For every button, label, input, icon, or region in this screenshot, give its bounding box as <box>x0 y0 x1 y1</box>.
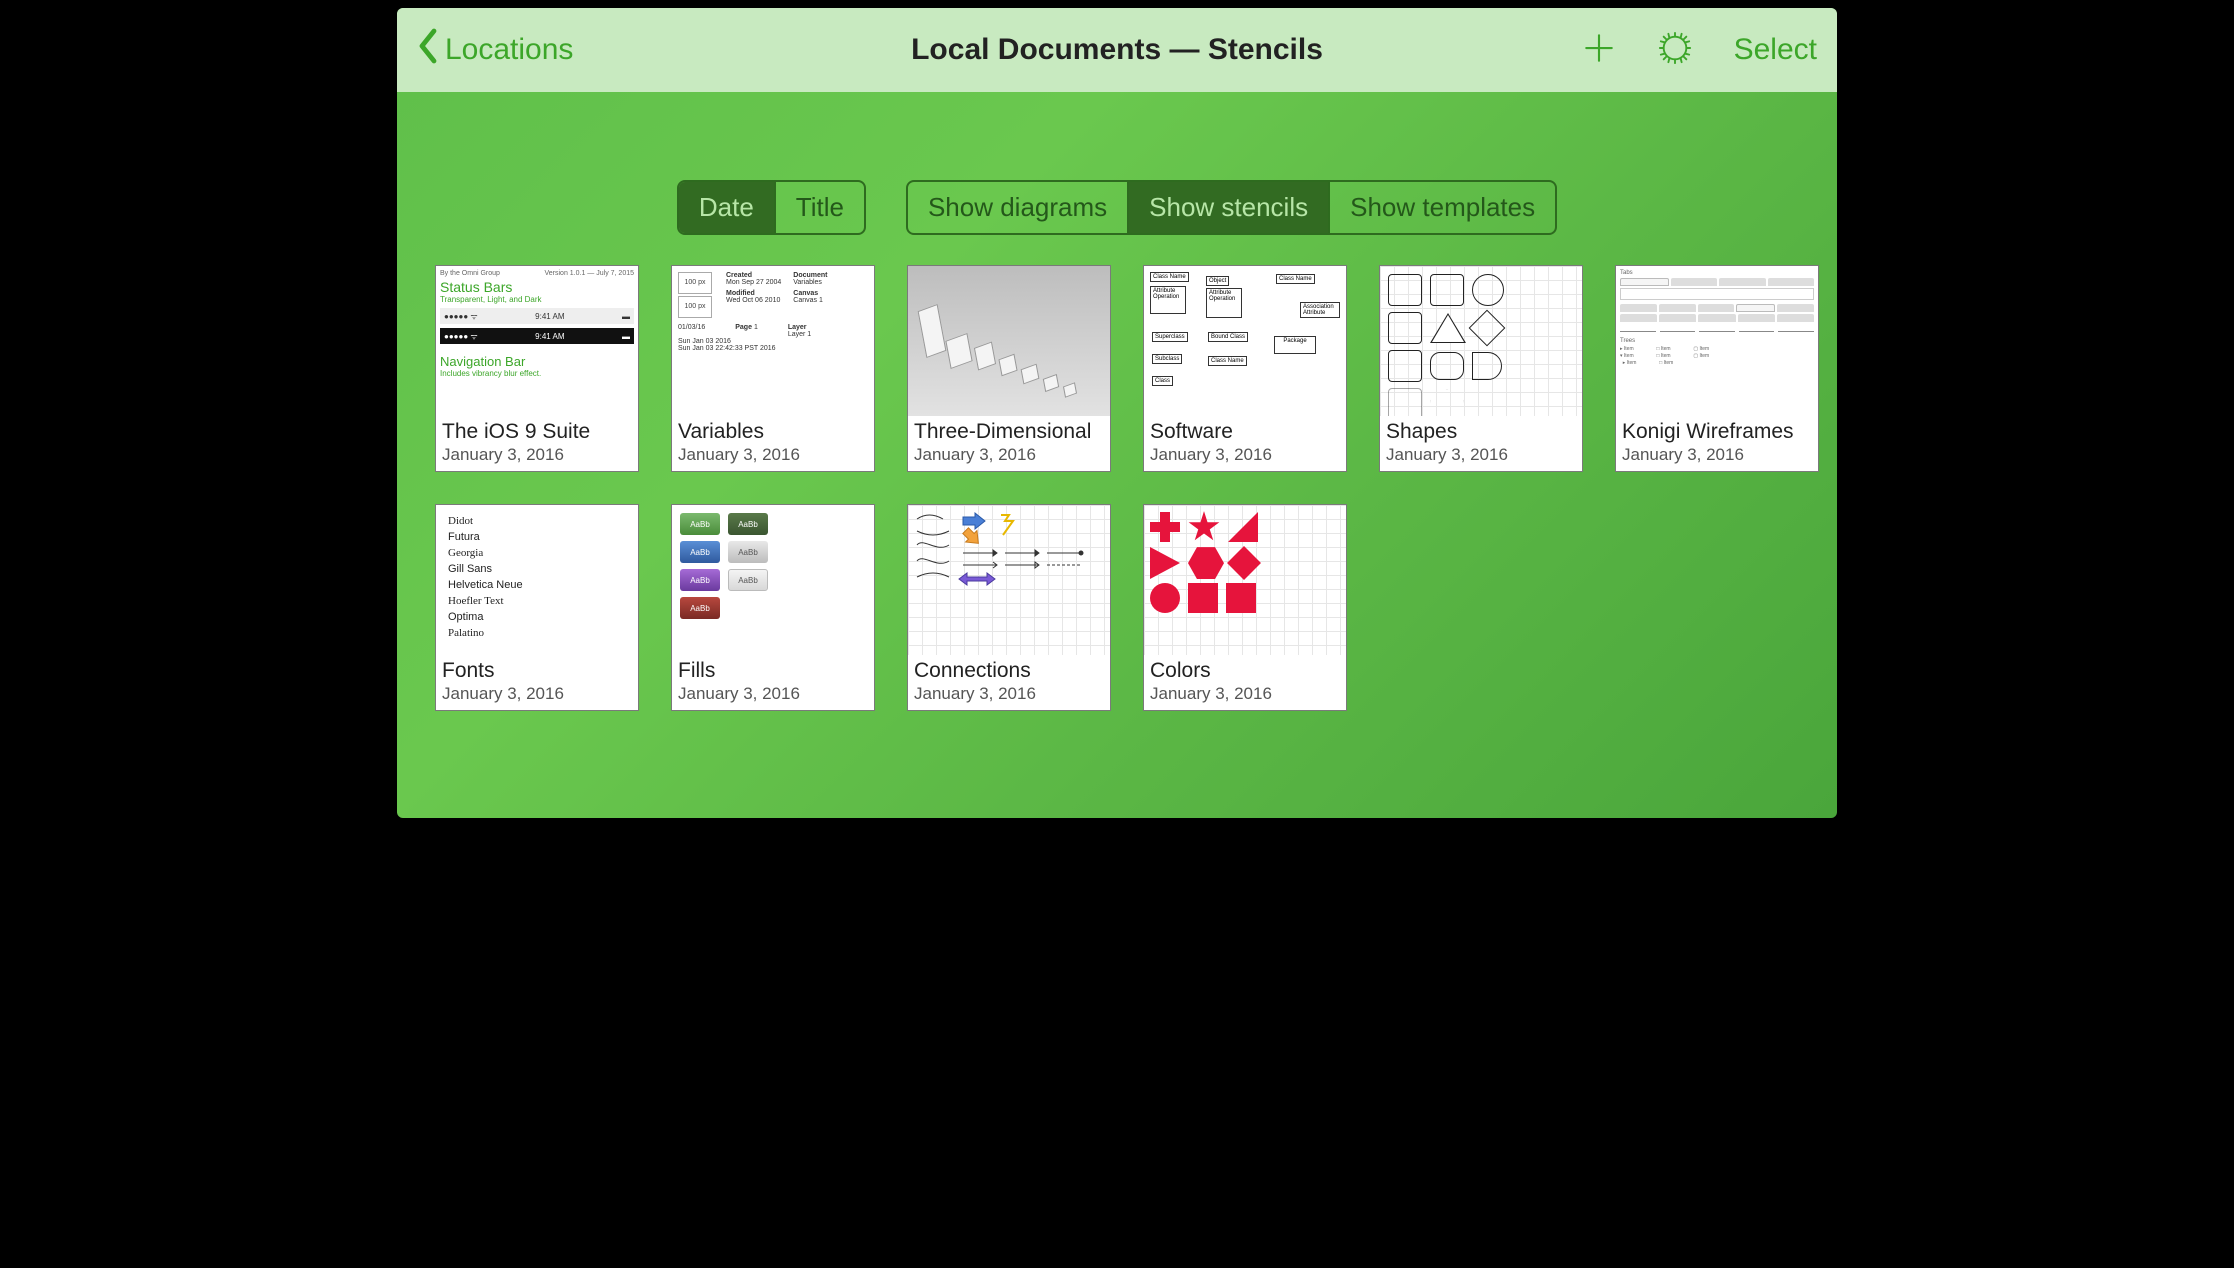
document-date: January 3, 2016 <box>678 445 868 465</box>
document-date: January 3, 2016 <box>678 684 868 704</box>
select-button[interactable]: Select <box>1734 33 1817 67</box>
document-grid: By the Omni GroupVersion 1.0.1 — July 7,… <box>397 265 1837 741</box>
document-title: Fonts <box>442 659 632 682</box>
document-title: Connections <box>914 659 1104 682</box>
document-item[interactable]: 100 px 100 px CreatedMon Sep 27 2004 Mod… <box>671 265 875 472</box>
sort-segmented-control: Date Title <box>677 180 866 235</box>
document-title: Three-Dimensional <box>914 420 1104 443</box>
document-item[interactable]: Tabs Trees ▸ Item▾ Item ▸ Item □ Item□ I… <box>1615 265 1819 472</box>
document-date: January 3, 2016 <box>914 445 1104 465</box>
document-item[interactable]: Connections January 3, 2016 <box>907 504 1111 711</box>
document-thumbnail <box>908 266 1110 416</box>
settings-button[interactable] <box>1658 31 1692 70</box>
document-thumbnail: Didot Futura Georgia Gill Sans Helvetica… <box>436 505 638 655</box>
document-thumbnail: 100 px 100 px CreatedMon Sep 27 2004 Mod… <box>672 266 874 416</box>
document-thumbnail: Class Name AttributeOperation Object Att… <box>1144 266 1346 416</box>
document-item[interactable]: Colors January 3, 2016 <box>1143 504 1347 711</box>
document-date: January 3, 2016 <box>1386 445 1576 465</box>
navbar: Locations Local Documents — Stencils <box>397 8 1837 92</box>
document-item[interactable]: Didot Futura Georgia Gill Sans Helvetica… <box>435 504 639 711</box>
document-thumbnail <box>1144 505 1346 655</box>
filter-row: Date Title Show diagrams Show stencils S… <box>397 92 1837 265</box>
filter-diagrams[interactable]: Show diagrams <box>908 182 1127 233</box>
gear-icon <box>1658 31 1692 70</box>
filter-stencils[interactable]: Show stencils <box>1127 182 1328 233</box>
document-title: Software <box>1150 420 1340 443</box>
document-thumbnail: AaBb AaBb AaBb AaBb AaBb AaBb AaBb <box>672 505 874 655</box>
plus-icon <box>1582 31 1616 70</box>
chevron-left-icon <box>417 28 439 72</box>
document-date: January 3, 2016 <box>1150 684 1340 704</box>
document-thumbnail <box>1380 266 1582 416</box>
document-date: January 3, 2016 <box>1150 445 1340 465</box>
filter-templates[interactable]: Show templates <box>1328 182 1555 233</box>
sort-date[interactable]: Date <box>679 182 774 233</box>
add-button[interactable] <box>1582 31 1616 70</box>
document-date: January 3, 2016 <box>442 684 632 704</box>
document-date: January 3, 2016 <box>442 445 632 465</box>
page-title: Local Documents — Stencils <box>911 33 1323 67</box>
document-thumbnail: Tabs Trees ▸ Item▾ Item ▸ Item □ Item□ I… <box>1616 266 1818 416</box>
document-item[interactable]: AaBb AaBb AaBb AaBb AaBb AaBb AaBb <box>671 504 875 711</box>
document-title: Colors <box>1150 659 1340 682</box>
sort-title[interactable]: Title <box>774 182 864 233</box>
document-title: Shapes <box>1386 420 1576 443</box>
document-item[interactable]: Three-Dimensional January 3, 2016 <box>907 265 1111 472</box>
document-date: January 3, 2016 <box>1622 445 1812 465</box>
back-label: Locations <box>445 33 573 67</box>
filter-segmented-control: Show diagrams Show stencils Show templat… <box>906 180 1557 235</box>
document-thumbnail: By the Omni GroupVersion 1.0.1 — July 7,… <box>436 266 638 416</box>
document-item[interactable]: By the Omni GroupVersion 1.0.1 — July 7,… <box>435 265 639 472</box>
document-title: Fills <box>678 659 868 682</box>
document-title: Konigi Wireframes <box>1622 420 1812 443</box>
document-thumbnail <box>908 505 1110 655</box>
document-item[interactable]: Shapes January 3, 2016 <box>1379 265 1583 472</box>
document-title: Variables <box>678 420 868 443</box>
document-date: January 3, 2016 <box>914 684 1104 704</box>
document-title: The iOS 9 Suite <box>442 420 632 443</box>
back-button[interactable]: Locations <box>417 28 573 72</box>
document-item[interactable]: Class Name AttributeOperation Object Att… <box>1143 265 1347 472</box>
